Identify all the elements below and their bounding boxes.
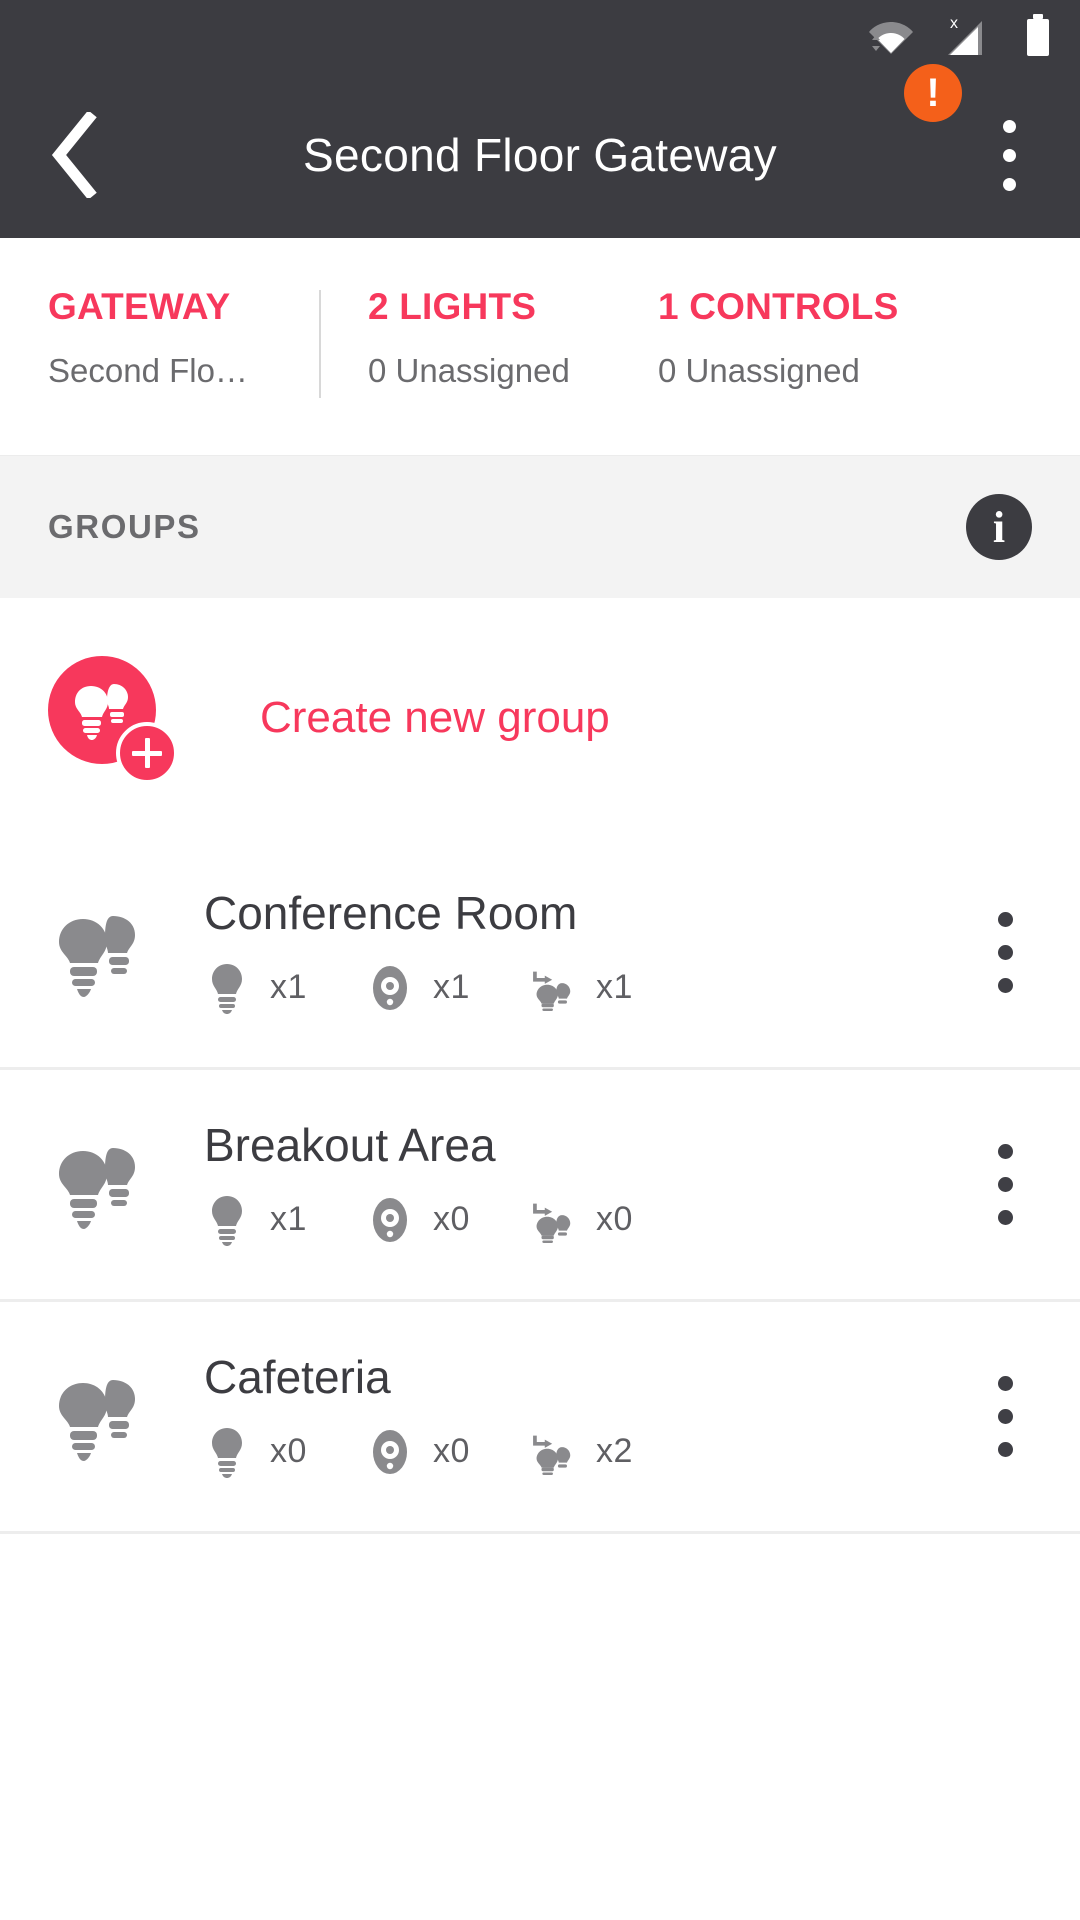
- count-controls: x0: [367, 1195, 530, 1245]
- count-lights: x1: [204, 1194, 367, 1246]
- count-value: x1: [270, 1200, 307, 1239]
- stat-subtitle: 0 Unassigned: [658, 352, 860, 389]
- gateway-stats: GATEWAY Second Flo… 2 LIGHTS 0 Unassigne…: [0, 238, 1080, 455]
- rotary-control-icon: [367, 1195, 413, 1245]
- groups-label: GROUPS: [48, 508, 201, 545]
- two-bulbs-icon: [44, 1369, 152, 1465]
- overflow-dot: [1002, 177, 1016, 191]
- warning-exclamation-icon: !: [926, 71, 940, 115]
- overflow-dot: [997, 1144, 1013, 1159]
- overflow-dot: [997, 1409, 1013, 1424]
- group-row[interactable]: Cafeteria x0 x0 x2: [0, 1302, 1080, 1534]
- appbar-overflow-menu[interactable]: [974, 100, 1044, 210]
- count-assignments: x1: [530, 960, 633, 1016]
- count-lights: x0: [204, 1426, 367, 1478]
- group-overflow-menu[interactable]: [966, 893, 1044, 1013]
- stat-gateway[interactable]: GATEWAY Second Flo…: [0, 286, 320, 390]
- group-body: Breakout Area x1 x0 x0: [204, 1121, 966, 1247]
- stat-title: 1 CONTROLS: [658, 286, 899, 327]
- cellular-signal-no-sim-icon: x: [944, 13, 994, 59]
- group-name: Breakout Area: [204, 1119, 496, 1172]
- count-value: x0: [433, 1200, 470, 1239]
- group-counts: x0 x0 x2: [204, 1424, 966, 1480]
- count-assignments: x0: [530, 1192, 633, 1248]
- rotary-control-icon: [367, 963, 413, 1013]
- group-row[interactable]: Breakout Area x1 x0 x0: [0, 1070, 1080, 1302]
- group-counts: x1 x1 x1: [204, 960, 966, 1016]
- groups-section-header: GROUPS i: [0, 455, 1080, 598]
- stat-controls[interactable]: 1 CONTROLS 0 Unassigned: [610, 286, 898, 390]
- stat-subtitle: Second Flo…: [48, 352, 248, 389]
- warning-badge[interactable]: !: [904, 64, 962, 122]
- overflow-dot: [1002, 148, 1016, 162]
- rotary-control-icon: [367, 1427, 413, 1477]
- info-icon: i: [992, 502, 1006, 552]
- group-overflow-menu[interactable]: [966, 1357, 1044, 1477]
- count-controls: x1: [367, 963, 530, 1013]
- group-name: Cafeteria: [204, 1351, 391, 1404]
- back-chevron-icon: [51, 112, 97, 198]
- overflow-dot: [997, 912, 1013, 927]
- create-new-group-row[interactable]: Create new group: [0, 598, 1080, 838]
- light-bulb-icon: [204, 962, 250, 1014]
- create-group-icon-wrap: [48, 656, 178, 784]
- count-value: x1: [433, 968, 470, 1007]
- group-overflow-menu[interactable]: [966, 1125, 1044, 1245]
- wifi-icon: [868, 16, 914, 56]
- overflow-dot: [997, 945, 1013, 960]
- create-new-group-label: Create new group: [260, 693, 610, 742]
- overflow-dot: [997, 1442, 1013, 1457]
- group-counts: x1 x0 x0: [204, 1192, 966, 1248]
- overflow-dot: [997, 1376, 1013, 1391]
- svg-text:x: x: [950, 15, 958, 32]
- stat-subtitle: 0 Unassigned: [368, 352, 570, 389]
- overflow-dot: [997, 1210, 1013, 1225]
- count-controls: x0: [367, 1427, 530, 1477]
- count-value: x0: [596, 1200, 633, 1239]
- bulb-assign-icon: [530, 1192, 576, 1248]
- app-bar: Second Floor Gateway !: [0, 64, 1080, 238]
- overflow-dot: [997, 978, 1013, 993]
- count-value: x1: [270, 968, 307, 1007]
- info-button[interactable]: i: [966, 494, 1032, 560]
- two-bulbs-icon: [44, 905, 152, 1001]
- count-value: x0: [270, 1432, 307, 1471]
- light-bulb-icon: [204, 1426, 250, 1478]
- count-lights: x1: [204, 962, 367, 1014]
- overflow-dot: [997, 1177, 1013, 1192]
- app-screen: x Second Floor Gateway ! GATEWAY Second …: [0, 0, 1080, 1920]
- bulb-assign-icon: [530, 960, 576, 1016]
- group-row[interactable]: Conference Room x1 x1 x1: [0, 838, 1080, 1070]
- stat-title: GATEWAY: [48, 286, 231, 327]
- stat-title: 2 LIGHTS: [368, 286, 537, 327]
- group-name: Conference Room: [204, 887, 578, 940]
- battery-full-icon: [1024, 13, 1052, 59]
- group-body: Conference Room x1 x1 x1: [204, 889, 966, 1015]
- stat-lights[interactable]: 2 LIGHTS 0 Unassigned: [320, 286, 610, 390]
- two-bulbs-icon: [44, 1137, 152, 1233]
- empty-list-space: [0, 1534, 1080, 1920]
- status-bar: x: [0, 0, 1080, 72]
- light-bulb-icon: [204, 1194, 250, 1246]
- back-button[interactable]: [14, 95, 134, 215]
- count-value: x1: [596, 968, 633, 1007]
- group-body: Cafeteria x0 x0 x2: [204, 1353, 966, 1479]
- count-value: x0: [433, 1432, 470, 1471]
- count-assignments: x2: [530, 1424, 633, 1480]
- bulb-assign-icon: [530, 1424, 576, 1480]
- plus-icon: [116, 722, 178, 784]
- count-value: x2: [596, 1432, 633, 1471]
- overflow-dot: [1002, 119, 1016, 133]
